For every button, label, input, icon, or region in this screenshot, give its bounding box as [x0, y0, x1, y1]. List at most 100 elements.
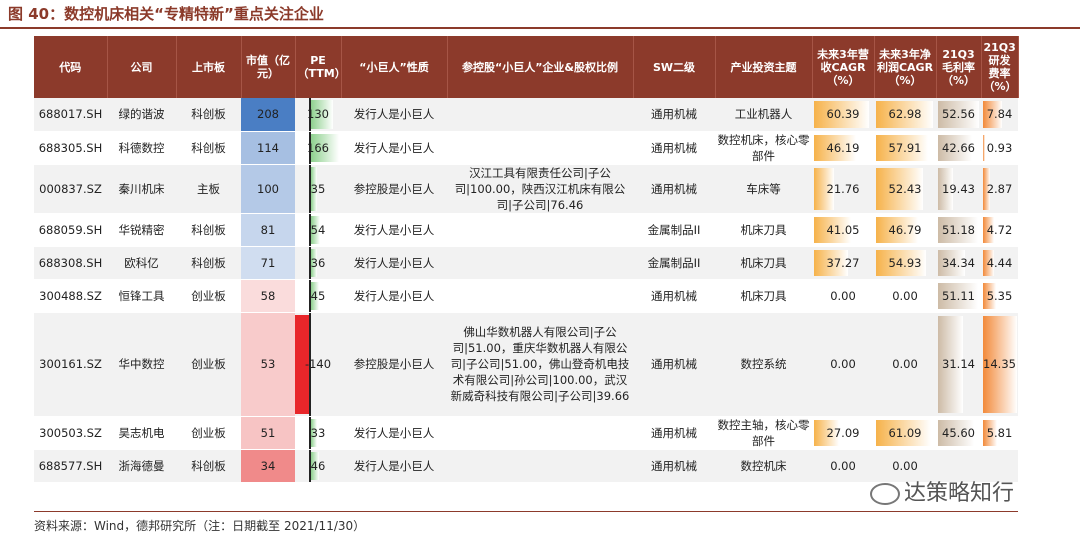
cell-nature: 发行人是小巨人 — [341, 416, 447, 450]
cell-sw: 通用机械 — [633, 98, 715, 132]
cell-code: 688577.SH — [34, 449, 107, 483]
cell-nature: 发行人是小巨人 — [341, 131, 447, 165]
cell-code: 300503.SZ — [34, 416, 107, 450]
table-row: 300488.SZ 恒锋工具 创业板 58 45 发行人是小巨人 通用机械 机床刀具 0.00 0… — [34, 279, 1018, 313]
cell-rd-rate-value: 0.93 — [986, 140, 1013, 155]
cell-mcap: 100 — [241, 164, 295, 214]
cell-theme: 数控系统 — [715, 312, 812, 417]
cell-rd-rate: 0.93 — [981, 131, 1018, 165]
cell-sw: 金属制品II — [633, 246, 715, 280]
cell-sw: 通用机械 — [633, 449, 715, 483]
cell-theme: 数控主轴，核心零部件 — [715, 416, 812, 450]
header-theme: 产业投资主题 — [715, 36, 813, 98]
cell-np-cagr-value: 0.00 — [892, 357, 918, 371]
cell-mcap: 34 — [241, 449, 295, 483]
cell-theme: 数控机床，核心零部件 — [715, 131, 812, 165]
pe-value: 45 — [310, 288, 326, 303]
cell-board: 科创板 — [176, 98, 241, 132]
cell-sw: 金属制品II — [633, 213, 715, 247]
cell-rd-rate-value: 4.72 — [986, 222, 1013, 237]
cell-code: 000837.SZ — [34, 164, 107, 214]
header-row: 代码 公司 上市板 市值（亿元） PE（TTM） “小巨人”性质 参控股“小巨人… — [34, 36, 1019, 98]
cell-np-cagr-value: 46.79 — [888, 222, 922, 237]
header-holding: 参控股“小巨人”企业&股权比例 — [447, 36, 634, 98]
cell-gross-margin-value: 31.14 — [942, 357, 975, 371]
cell-holding — [447, 449, 633, 483]
cell-holding: 佛山华数机器人有限公司|子公司|51.00，重庆华数机器人有限公司|子公司|51… — [447, 312, 633, 417]
cell-mcap: 58 — [241, 279, 295, 313]
cell-pe: -140 — [295, 312, 341, 417]
cell-pe: 45 — [295, 279, 341, 313]
cell-np-cagr-value: 0.00 — [892, 458, 918, 473]
cell-np-cagr: 54.93 — [874, 246, 936, 280]
header-rev-cagr: 未来3年营收CAGR（%） — [812, 36, 875, 98]
header-nature: “小巨人”性质 — [341, 36, 448, 98]
cell-gross-margin: 42.66 — [936, 131, 981, 165]
cell-rd-rate: 5.81 — [981, 416, 1018, 450]
pe-value: 33 — [310, 425, 326, 440]
cell-gross-margin: 52.56 — [936, 98, 981, 132]
cell-mcap: 71 — [241, 246, 295, 280]
cell-rev-cagr: 27.09 — [812, 416, 874, 450]
cell-pe: 54 — [295, 213, 341, 247]
cell-code: 300161.SZ — [34, 312, 107, 417]
table-row: 000837.SZ 秦川机床 主板 100 35 参控股是小巨人 汉江工具有限责任公司|子公… — [34, 164, 1018, 214]
cell-board: 科创板 — [176, 449, 241, 483]
cell-company: 秦川机床 — [107, 164, 176, 214]
mcap-value: 51 — [260, 425, 276, 440]
table-row: 688017.SH 绿的谐波 科创板 208 130 发行人是小巨人 通用机械 工业机器人 60… — [34, 98, 1018, 132]
title-rule — [0, 27, 1080, 29]
header-board: 上市板 — [176, 36, 242, 98]
table-row: 300503.SZ 昊志机电 创业板 51 33 发行人是小巨人 通用机械 数控主轴，核心零部… — [34, 416, 1018, 450]
cell-pe: 46 — [295, 449, 341, 483]
cell-theme: 机床刀具 — [715, 279, 812, 313]
cell-holding — [447, 213, 633, 247]
cell-code: 688305.SH — [34, 131, 107, 165]
cell-theme: 工业机器人 — [715, 98, 812, 132]
header-mcap: 市值（亿元） — [241, 36, 296, 98]
cell-rd-rate: 14.35 — [981, 312, 1018, 417]
cell-nature: 发行人是小巨人 — [341, 449, 447, 483]
cell-board: 创业板 — [176, 279, 241, 313]
cell-mcap: 81 — [241, 213, 295, 247]
cell-board: 创业板 — [176, 312, 241, 417]
header-code: 代码 — [34, 36, 108, 98]
cell-np-cagr-value: 52.43 — [888, 181, 922, 196]
cell-np-cagr: 46.79 — [874, 213, 936, 247]
cell-company: 恒锋工具 — [107, 279, 176, 313]
mcap-value: 71 — [260, 255, 276, 270]
cell-np-cagr-value: 57.91 — [888, 140, 922, 155]
mcap-value: 81 — [260, 222, 276, 237]
cell-theme: 数控机床 — [715, 449, 812, 483]
cell-rev-cagr: 46.19 — [812, 131, 874, 165]
cell-gross-margin: 51.11 — [936, 279, 981, 313]
cell-rd-rate-value: 5.35 — [986, 288, 1013, 303]
cell-rev-cagr-value: 21.76 — [826, 181, 860, 196]
cell-rev-cagr-value: 0.00 — [830, 458, 856, 473]
cell-board: 主板 — [176, 164, 241, 214]
figure-title: 图 40：数控机床相关“专精特新”重点关注企业 — [8, 5, 324, 23]
cell-board: 科创板 — [176, 131, 241, 165]
table-row: 300161.SZ 华中数控 创业板 53 -140 参控股是小巨人 佛山华数机器人有限公司… — [34, 312, 1018, 417]
cell-pe: 33 — [295, 416, 341, 450]
cell-rev-cagr-value: 41.05 — [826, 222, 860, 237]
watermark: 达策略知行 — [870, 475, 1014, 507]
table-row: 688305.SH 科德数控 科创板 114 166 发行人是小巨人 通用机械 数控机床，核心… — [34, 131, 1018, 165]
cell-gross-margin: 51.18 — [936, 213, 981, 247]
mcap-value: 114 — [257, 140, 279, 155]
cell-rev-cagr: 0.00 — [812, 312, 874, 417]
cell-code: 688017.SH — [34, 98, 107, 132]
cell-np-cagr: 0.00 — [874, 279, 936, 313]
cell-rd-rate: 2.87 — [981, 164, 1018, 214]
cell-holding — [447, 246, 633, 280]
cell-pe: 130 — [295, 98, 341, 132]
cell-rd-rate-value: 4.44 — [986, 255, 1013, 270]
cell-code: 688308.SH — [34, 246, 107, 280]
cell-sw: 通用机械 — [633, 164, 715, 214]
cell-board: 创业板 — [176, 416, 241, 450]
header-rd-rate: 21Q3研发费率（%） — [981, 36, 1019, 98]
cell-pe: 166 — [295, 131, 341, 165]
pe-value: 166 — [307, 140, 329, 155]
cell-mcap: 114 — [241, 131, 295, 165]
cell-board: 科创板 — [176, 213, 241, 247]
